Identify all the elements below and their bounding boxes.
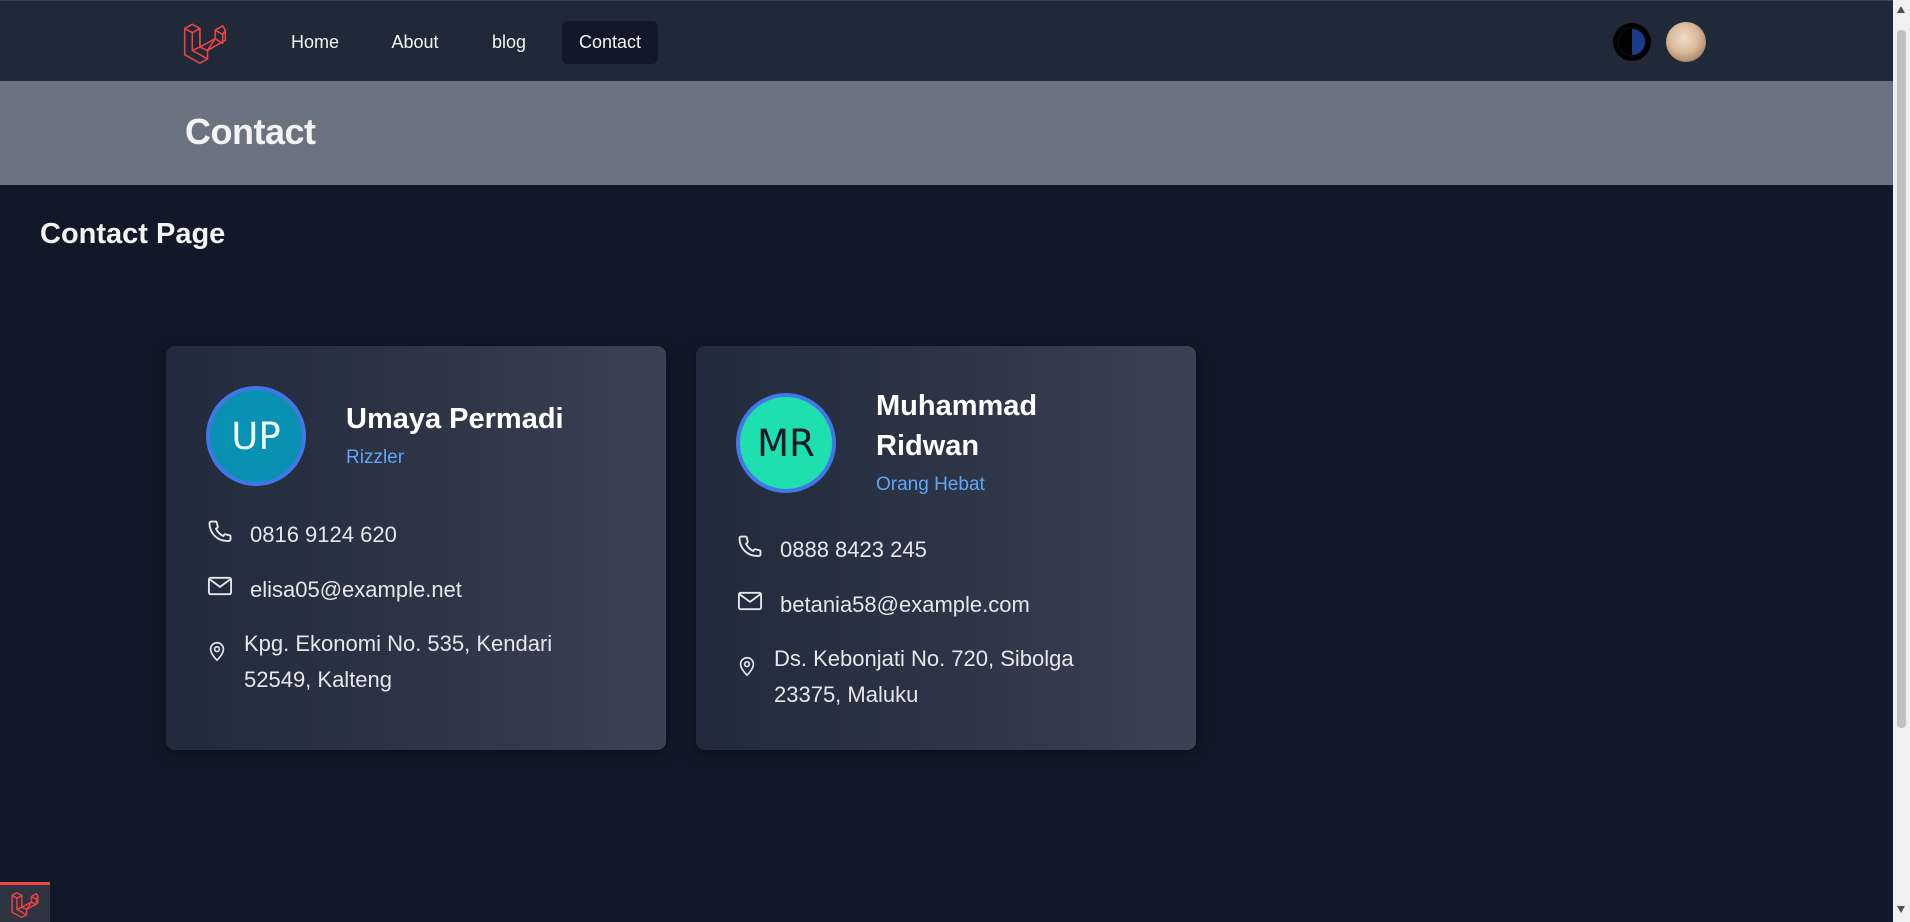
contact-name: Umaya Permadi: [346, 403, 564, 435]
contact-email-row: elisa05@example.net: [206, 572, 462, 608]
contact-phone-row: 0888 8423 245: [736, 532, 927, 568]
contact-address-row: Ds. Kebonjati No. 720, Sibolga 23375, Ma…: [736, 641, 1124, 713]
nav-link-contact[interactable]: Contact: [562, 21, 658, 64]
contact-address: Kpg. Ekonomi No. 535, Kendari 52549, Kal…: [244, 631, 553, 692]
contact-avatar: UP: [206, 386, 306, 486]
contact-role: Rizzler: [346, 447, 405, 468]
contact-email[interactable]: elisa05@example.net: [250, 572, 462, 608]
theme-toggle-button[interactable]: [1612, 22, 1652, 62]
nav-link-blog[interactable]: blog: [472, 21, 546, 64]
vertical-scrollbar[interactable]: [1893, 0, 1910, 922]
user-avatar[interactable]: [1666, 22, 1706, 62]
laravel-logo-icon: [11, 891, 39, 918]
contact-phone-row: 0816 9124 620: [206, 517, 397, 553]
laravel-logo-icon[interactable]: [183, 20, 227, 64]
scrollbar-thumb[interactable]: [1897, 30, 1906, 728]
contact-role: Orang Hebat: [876, 474, 985, 495]
navbar: Home About blog Contact: [0, 0, 1893, 81]
contact-phone[interactable]: 0816 9124 620: [250, 517, 397, 553]
page: Home About blog Contact Contact Contact …: [0, 0, 1910, 922]
nav-link-home[interactable]: Home: [278, 21, 352, 64]
mail-icon: [737, 591, 763, 611]
phone-icon: [738, 535, 762, 557]
contact-email-row: betania58@example.com: [736, 587, 1030, 623]
contact-avatar: MR: [736, 393, 836, 493]
page-header: Contact: [0, 81, 1893, 185]
section-title: Contact Page: [40, 218, 226, 250]
theme-toggle-icon: [1613, 23, 1651, 61]
map-pin-icon: [209, 641, 225, 662]
scroll-down-arrow-icon[interactable]: [1897, 906, 1905, 913]
scroll-up-arrow-icon[interactable]: [1897, 6, 1905, 13]
contact-address: Ds. Kebonjati No. 720, Sibolga 23375, Ma…: [774, 646, 1074, 707]
page-title: Contact: [185, 111, 316, 152]
debugbar-toggle[interactable]: [0, 882, 50, 922]
contact-address-row: Kpg. Ekonomi No. 535, Kendari 52549, Kal…: [206, 626, 594, 698]
contact-card: MR Muhammad Ridwan Orang Hebat 0888 8423…: [696, 346, 1196, 750]
phone-icon: [208, 520, 232, 542]
contact-card: UP Umaya Permadi Rizzler 0816 9124 620 e…: [166, 346, 666, 750]
contact-phone[interactable]: 0888 8423 245: [780, 532, 927, 568]
contact-email[interactable]: betania58@example.com: [780, 587, 1030, 623]
nav-link-about[interactable]: About: [378, 21, 452, 64]
contact-name: Muhammad Ridwan: [876, 390, 1038, 462]
mail-icon: [207, 576, 233, 596]
map-pin-icon: [739, 656, 755, 677]
